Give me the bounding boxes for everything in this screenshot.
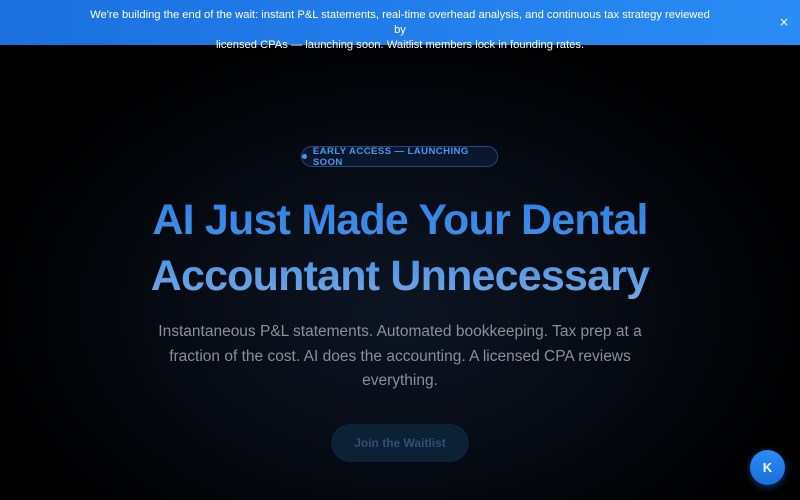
hero-headline: AI Just Made Your Dental Accountant Unne… — [80, 192, 720, 304]
hero-subheadline: Instantaneous P&L statements. Automated … — [158, 323, 642, 389]
chat-launcher-button[interactable]: K — [750, 450, 785, 485]
hero-headline-line-2: Accountant Unnecessary — [150, 252, 650, 300]
status-dot-icon — [302, 154, 307, 159]
close-icon[interactable]: × — [776, 14, 792, 30]
early-access-badge: EARLY ACCESS — LAUNCHING SOON — [301, 145, 498, 168]
announcement-banner: We're building the end of the wait: inst… — [0, 0, 800, 51]
banner-text-line-1: We're building the end of the wait: inst… — [90, 9, 710, 36]
join-waitlist-button[interactable]: Join the Waitlist — [331, 424, 469, 462]
banner-text-line-2: licensed CPAs — launching soon. Waitlist… — [215, 39, 585, 51]
hero-headline-line-1: AI Just Made Your Dental — [152, 196, 648, 244]
landing-page: We're building the end of the wait: inst… — [0, 0, 800, 500]
early-access-badge-label: EARLY ACCESS — LAUNCHING SOON — [312, 145, 469, 168]
